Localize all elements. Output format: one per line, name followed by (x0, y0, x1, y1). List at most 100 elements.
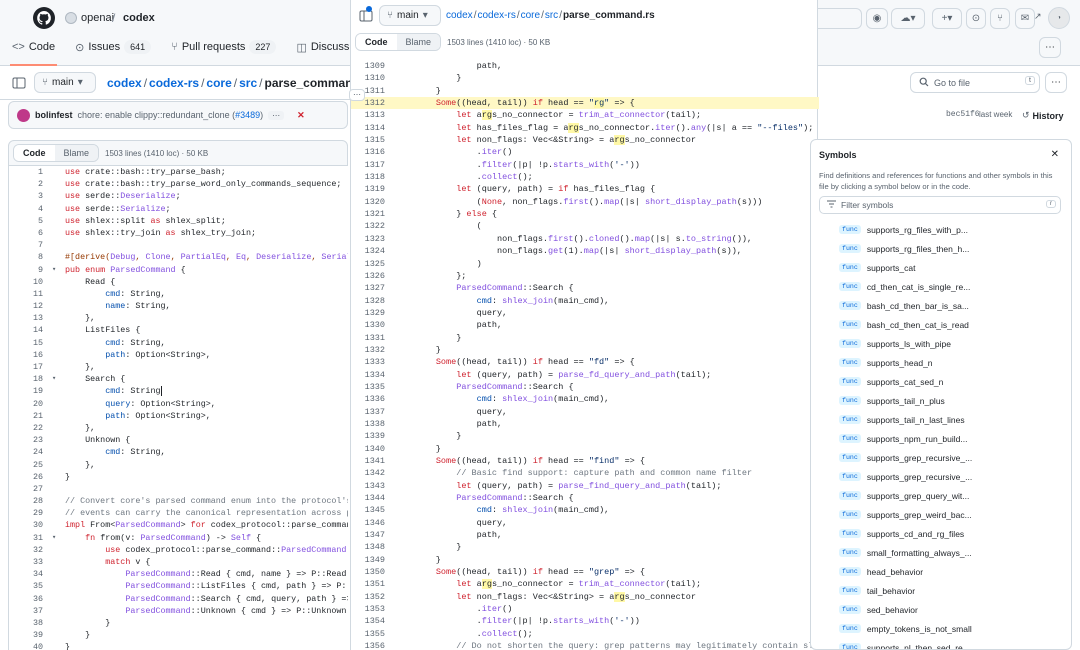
expand-commit-button[interactable]: ⋯ (268, 110, 285, 120)
code-line[interactable]: 18 ▾ Search { (9, 373, 348, 385)
line-number[interactable]: 1321 (351, 208, 385, 220)
line-number[interactable]: 1317 (351, 159, 385, 171)
code-line[interactable]: 1320 (None, non_flags.first().map(|s| sh… (351, 196, 819, 208)
line-number[interactable]: 1315 (351, 134, 385, 146)
line-number[interactable]: 1322 (351, 220, 385, 232)
line-number[interactable]: 16 (9, 349, 43, 361)
line-number[interactable]: 1354 (351, 615, 385, 627)
code-line[interactable]: 1356 // Do not shorten the query: grep p… (351, 640, 819, 650)
line-number[interactable]: 22 (9, 422, 43, 434)
code-line[interactable]: 1355 .collect(); (351, 628, 819, 640)
line-number[interactable]: 1342 (351, 467, 385, 479)
tab-code[interactable]: <> Code (9, 40, 58, 66)
code-line[interactable]: 10 Read { (9, 276, 348, 288)
line-number[interactable]: 15 (9, 337, 43, 349)
code-line[interactable]: 17 }, (9, 361, 348, 373)
line-number[interactable]: 28 (9, 495, 43, 507)
code-line[interactable]: 26} (9, 471, 348, 483)
code-line[interactable]: 11 cmd: String, (9, 288, 348, 300)
symbol-item[interactable]: func supports_grep_query_wit... (811, 486, 1071, 505)
code-line[interactable]: 1316 .iter() (351, 146, 819, 158)
copilot-menu-icon[interactable]: ☁▾ (891, 8, 925, 29)
repo-link[interactable]: codex (123, 12, 155, 24)
code-line[interactable]: 1347 path, (351, 529, 819, 541)
code-line[interactable]: 1335 ParsedCommand::Search { (351, 381, 819, 393)
line-number[interactable]: 1323 (351, 233, 385, 245)
symbol-item[interactable]: func supports_tail_n_plus (811, 391, 1071, 410)
search-input[interactable] (818, 8, 862, 29)
code-line[interactable]: 1336 cmd: shlex_join(main_cmd), (351, 393, 819, 405)
symbol-item[interactable]: func supports_ls_with_pipe (811, 334, 1071, 353)
symbol-item[interactable]: func cd_then_cat_is_single_re... (811, 277, 1071, 296)
code-line[interactable]: 9 ▾ pub enum ParsedCommand { (9, 264, 348, 276)
close-icon[interactable]: ✕ (1051, 149, 1059, 160)
code-line[interactable]: 1326 }; (351, 270, 819, 282)
more-options-button[interactable]: ⋯ (1045, 72, 1067, 93)
line-number[interactable]: 20 (9, 398, 43, 410)
line-number[interactable]: 1338 (351, 418, 385, 430)
code-line[interactable]: 1346 query, (351, 517, 819, 529)
code-line[interactable]: 15 cmd: String, (9, 337, 348, 349)
line-number[interactable]: 9 (9, 264, 43, 276)
line-number[interactable]: 1325 (351, 258, 385, 270)
line-number[interactable]: 38 (9, 617, 43, 629)
line-number[interactable]: 1329 (351, 307, 385, 319)
line-number[interactable]: 1327 (351, 282, 385, 294)
line-number[interactable]: 1313 (351, 109, 385, 121)
line-number[interactable]: 1343 (351, 480, 385, 492)
line-number[interactable]: 1318 (351, 171, 385, 183)
code-line[interactable]: 1321 } else { (351, 208, 819, 220)
code-line[interactable]: 1 use crate::bash::try_parse_bash; (9, 166, 348, 178)
line-number[interactable]: 24 (9, 446, 43, 458)
history-button[interactable]: ↺ History (1022, 110, 1064, 121)
code-line[interactable]: 3 use serde::Deserialize; (9, 190, 348, 202)
code-line[interactable]: 36 ParsedCommand::Search { cmd, query, p… (9, 593, 348, 605)
line-number[interactable]: 29 (9, 507, 43, 519)
code-line[interactable]: 1331 } (351, 332, 819, 344)
code-line[interactable]: 1342 // Basic find support: capture path… (351, 467, 819, 479)
code-line[interactable]: 1349 } (351, 554, 819, 566)
line-number[interactable]: 1351 (351, 578, 385, 590)
code-line[interactable]: 12 name: String, (9, 300, 348, 312)
breadcrumb-codex-rs[interactable]: codex-rs (477, 10, 515, 21)
code-line[interactable]: 1334 let (query, path) = parse_fd_query_… (351, 369, 819, 381)
code-line[interactable]: 1350 Some((head, tail)) if head == "grep… (351, 566, 819, 578)
line-number[interactable]: 1353 (351, 603, 385, 615)
code-line[interactable]: 1330 path, (351, 319, 819, 331)
symbol-item[interactable]: func supports_cat_sed_n (811, 372, 1071, 391)
branch-selector[interactable]: ⑂ main ▾ (34, 72, 96, 93)
commit-author[interactable]: bolinfest (35, 110, 73, 120)
line-number[interactable]: 1345 (351, 504, 385, 516)
code-line[interactable]: 1351 let args_no_connector = trim_at_con… (351, 578, 819, 590)
line-number[interactable]: 5 (9, 215, 43, 227)
code-line[interactable]: 28 // Convert core's parsed command enum … (9, 495, 348, 507)
line-number[interactable]: 1348 (351, 541, 385, 553)
line-number[interactable]: 4 (9, 203, 43, 215)
line-number[interactable]: 1339 (351, 430, 385, 442)
line-number[interactable]: 7 (9, 239, 43, 251)
symbol-item[interactable]: func supports_rg_files_then_h... (811, 239, 1071, 258)
line-number[interactable]: 27 (9, 483, 43, 495)
symbol-item[interactable]: func supports_cat (811, 258, 1071, 277)
line-number[interactable]: 1349 (351, 554, 385, 566)
line-number[interactable]: 1320 (351, 196, 385, 208)
code-line[interactable]: 40} (9, 641, 348, 650)
line-number[interactable]: 1347 (351, 529, 385, 541)
code-line[interactable]: 27 (9, 483, 348, 495)
line-number[interactable]: 1341 (351, 455, 385, 467)
code-line[interactable]: 1314 let has_files_flag = args_no_connec… (351, 122, 819, 134)
symbol-item[interactable]: func supports_grep_recursive_... (811, 448, 1071, 467)
code-line[interactable]: 1315 let non_flags: Vec<&String> = args_… (351, 134, 819, 146)
blame-view-button[interactable]: Blame (54, 145, 99, 161)
line-number[interactable]: 1326 (351, 270, 385, 282)
line-number[interactable]: 1330 (351, 319, 385, 331)
issues-icon[interactable]: ⊙ (966, 8, 986, 29)
commit-pr-link[interactable]: #3489 (235, 110, 260, 120)
code-line[interactable]: 1324 non_flags.get(1).map(|s| short_disp… (351, 245, 819, 257)
code-line[interactable]: 1337 query, (351, 406, 819, 418)
line-number[interactable]: 35 (9, 580, 43, 592)
code-line[interactable]: 1317 .filter(|p| !p.starts_with('-')) (351, 159, 819, 171)
symbol-item[interactable]: func small_formatting_always_... (811, 543, 1071, 562)
owner-link[interactable]: openai (81, 12, 114, 24)
line-number[interactable]: 32 (9, 544, 43, 556)
